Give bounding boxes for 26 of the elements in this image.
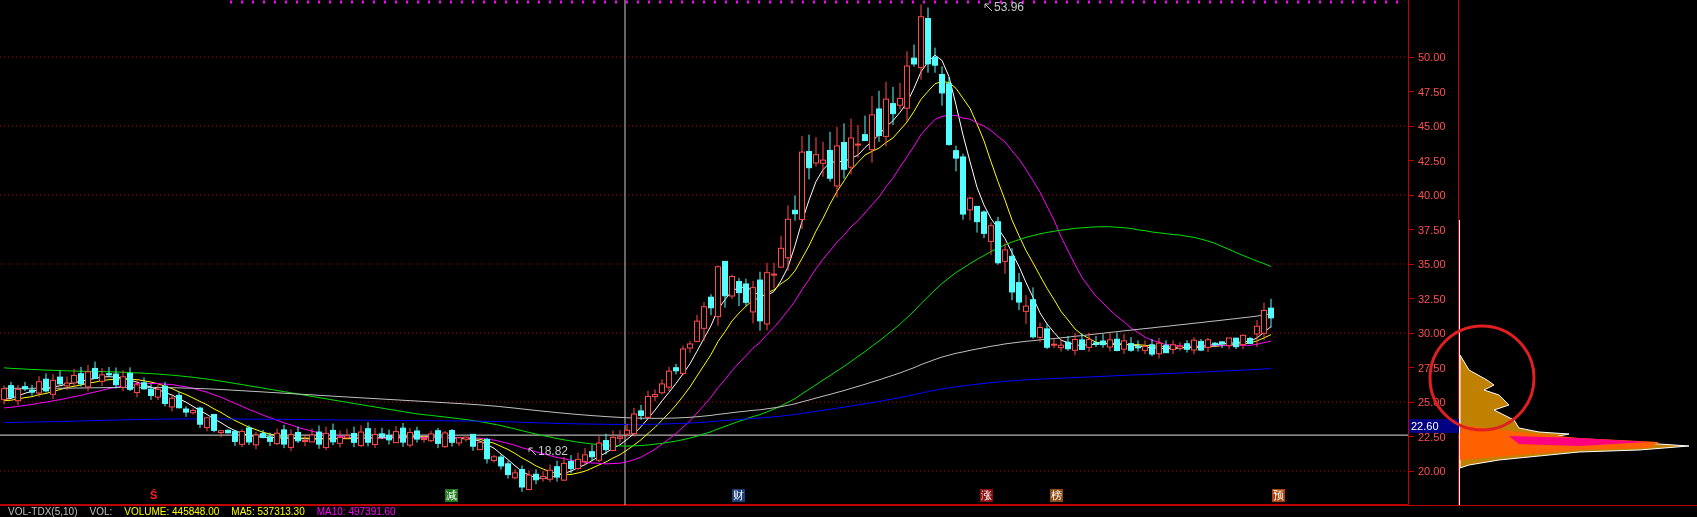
price-axis-label: 37.50	[1418, 222, 1446, 237]
price-axis-label: 20.00	[1418, 464, 1446, 478]
indicator-value: VOL:	[89, 506, 113, 517]
indicator-value: MA10: 497391.60	[316, 506, 396, 517]
price-axis-label: 45.00	[1418, 119, 1446, 133]
event-marker[interactable]: Ŝ	[150, 489, 158, 502]
price-axis-label: 47.50	[1418, 84, 1446, 99]
indicator-value: MA5: 537313.30	[231, 506, 305, 517]
pointer-arrow-icon	[984, 2, 993, 12]
event-marker[interactable]: 减	[445, 489, 458, 502]
price-axis-label: 50.00	[1418, 50, 1446, 64]
event-marker[interactable]: 涨	[980, 489, 993, 502]
price-axis-label: 30.00	[1418, 326, 1446, 340]
event-marker[interactable]: 预	[1272, 489, 1285, 502]
price-axis-label: 32.50	[1418, 291, 1446, 306]
price-extreme-label: 18.82	[538, 444, 569, 458]
event-marker[interactable]: 榜	[1050, 489, 1063, 502]
price-axis-label: 40.00	[1418, 188, 1446, 202]
price-axis-label: 42.50	[1418, 153, 1446, 168]
event-marker[interactable]: 财	[732, 489, 745, 502]
indicator-value: VOL-TDX(5,10)	[8, 506, 78, 517]
current-price-tag: 22.60	[1409, 419, 1459, 434]
price-axis-label: 35.00	[1418, 257, 1446, 271]
indicator-value: VOLUME: 445848.00	[124, 506, 220, 517]
pointer-arrow-icon	[528, 446, 537, 456]
price-extreme-label: 53.96	[994, 0, 1025, 14]
